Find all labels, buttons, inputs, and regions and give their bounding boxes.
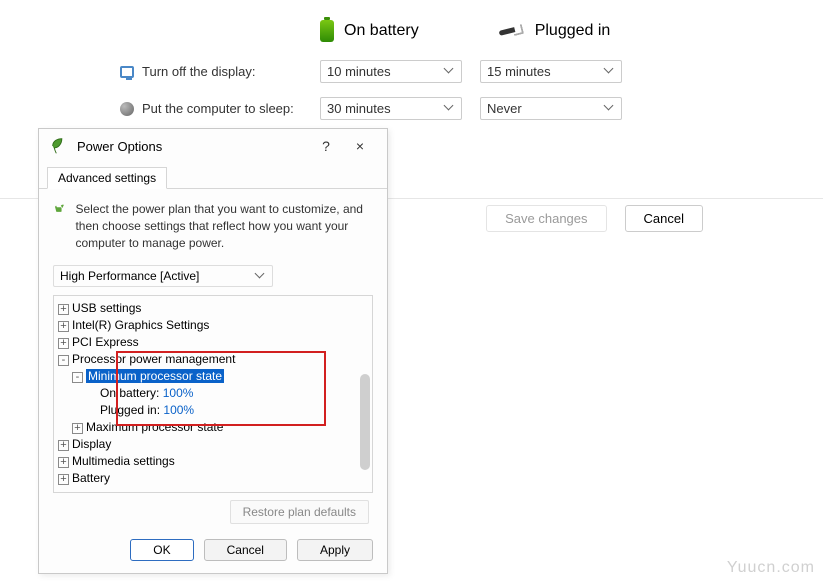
expand-icon[interactable]: +: [58, 321, 69, 332]
dialog-titlebar: Power Options ? ×: [39, 129, 387, 163]
help-button[interactable]: ?: [309, 138, 343, 154]
tree-ppm[interactable]: Processor power management: [72, 352, 235, 366]
tree-min-state[interactable]: Minimum processor state: [86, 369, 224, 383]
sleep-timeout-row: Put the computer to sleep: 30 minutes Ne…: [40, 97, 783, 120]
collapse-icon[interactable]: -: [72, 372, 83, 383]
tree-multimedia[interactable]: Multimedia settings: [72, 454, 175, 468]
power-options-dialog: Power Options ? × Advanced settings Sele…: [38, 128, 388, 574]
basic-footer: Save changes Cancel: [486, 205, 703, 232]
tab-advanced-settings[interactable]: Advanced settings: [47, 167, 167, 189]
moon-icon: [120, 102, 134, 116]
expand-icon[interactable]: +: [58, 474, 69, 485]
monitor-icon: [120, 66, 134, 78]
tree-usb[interactable]: USB settings: [72, 301, 141, 315]
tree-pci[interactable]: PCI Express: [72, 335, 139, 349]
sleep-plugged-select[interactable]: Never: [480, 97, 622, 120]
power-plan-select[interactable]: High Performance [Active]: [53, 265, 273, 287]
sleep-battery-select[interactable]: 30 minutes: [320, 97, 462, 120]
settings-tree[interactable]: +USB settings +Intel(R) Graphics Setting…: [53, 295, 373, 493]
power-options-icon: [49, 135, 71, 157]
tree-gfx[interactable]: Intel(R) Graphics Settings: [72, 318, 209, 332]
watering-can-icon: [53, 201, 65, 251]
tree-plugged-label: Plugged in:: [100, 403, 160, 417]
dialog-button-row: OK Cancel Apply: [39, 531, 387, 573]
expand-icon[interactable]: +: [58, 457, 69, 468]
sleep-label: Put the computer to sleep:: [142, 101, 294, 116]
plugged-in-header: Plugged in: [535, 22, 611, 40]
tree-on-battery-label: On battery:: [100, 386, 159, 400]
chevron-down-icon: [605, 104, 615, 114]
cancel-button[interactable]: Cancel: [625, 205, 703, 232]
scrollbar-thumb[interactable]: [360, 374, 370, 470]
tab-bar: Advanced settings: [39, 163, 387, 189]
ok-button[interactable]: OK: [130, 539, 193, 561]
tree-max-state[interactable]: Maximum processor state: [86, 420, 223, 434]
tree-plugged-value[interactable]: 100%: [163, 403, 194, 417]
battery-icon: [320, 20, 334, 42]
dialog-description: Select the power plan that you want to c…: [75, 201, 373, 251]
display-label: Turn off the display:: [142, 64, 255, 79]
display-timeout-row: Turn off the display: 10 minutes 15 minu…: [40, 60, 783, 83]
on-battery-header: On battery: [344, 22, 419, 40]
tree-display[interactable]: Display: [72, 437, 111, 451]
apply-button[interactable]: Apply: [297, 539, 373, 561]
close-button[interactable]: ×: [343, 138, 377, 154]
restore-defaults-button[interactable]: Restore plan defaults: [230, 500, 369, 524]
dialog-title: Power Options: [77, 139, 309, 154]
expand-icon[interactable]: +: [72, 423, 83, 434]
collapse-icon[interactable]: -: [58, 355, 69, 366]
plug-icon: [499, 25, 525, 37]
chevron-down-icon: [605, 67, 615, 77]
chevron-down-icon: [445, 104, 455, 114]
tree-battery[interactable]: Battery: [72, 471, 110, 485]
display-battery-select[interactable]: 10 minutes: [320, 60, 462, 83]
expand-icon[interactable]: +: [58, 304, 69, 315]
watermark: Yuucn.com: [727, 559, 815, 577]
save-changes-button[interactable]: Save changes: [486, 205, 606, 232]
chevron-down-icon: [256, 272, 266, 282]
expand-icon[interactable]: +: [58, 338, 69, 349]
expand-icon[interactable]: +: [58, 440, 69, 451]
chevron-down-icon: [445, 67, 455, 77]
display-plugged-select[interactable]: 15 minutes: [480, 60, 622, 83]
tree-on-battery-value[interactable]: 100%: [163, 386, 194, 400]
dialog-cancel-button[interactable]: Cancel: [204, 539, 287, 561]
dialog-body: Select the power plan that you want to c…: [39, 189, 387, 531]
column-headers: On battery Plugged in: [320, 20, 783, 42]
